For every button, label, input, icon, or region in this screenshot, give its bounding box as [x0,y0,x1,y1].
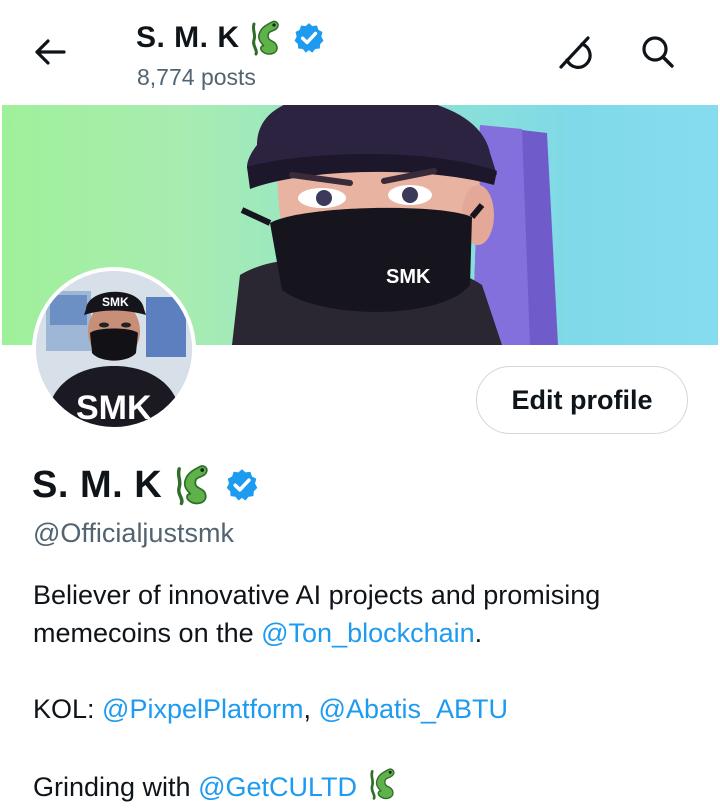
avatar-hood-text: SMK [76,389,152,427]
bio-text: KOL: [33,694,103,724]
bio-spacer [33,652,693,690]
bio-text: Grinding with [33,772,199,802]
bio-line-believer: Believer of innovative AI projects and p… [33,576,693,652]
avatar-cap-text: SMK [102,295,129,309]
avatar[interactable]: SMK SMK [32,267,196,431]
header-name: S. M. K [136,21,240,54]
mention-link[interactable]: @GetCULTD [198,772,357,802]
mention-link[interactable]: @Abatis_ABTU [319,694,508,724]
bio-spacer [33,728,693,766]
bio-line-kol: KOL: @PixpelPlatform, @Abatis_ABTU [33,690,693,728]
verified-badge-icon[interactable] [224,467,260,503]
bio-text: , [303,694,319,724]
top-bar: S. M. K 8,774 posts [0,0,720,105]
search-icon [642,36,674,68]
mention-link[interactable]: @PixpelPlatform [102,694,303,724]
grok-button[interactable] [552,30,596,74]
arrow-left-icon [35,39,66,65]
dragon-emoji-icon [177,465,208,506]
dragon-emoji-icon [369,768,395,800]
profile-bio: Believer of innovative AI projects and p… [33,576,693,806]
edit-profile-button[interactable]: Edit profile [476,366,688,434]
header-actions [552,30,680,74]
banner-mask-text: SMK [386,266,431,288]
verified-badge-icon [294,23,323,53]
profile-name: S. M. K [32,463,163,506]
profile-name-row: S. M. K [32,462,260,508]
profile-handle: @Officialjustsmk [33,518,234,548]
posts-count: 8,774 posts [137,64,256,90]
grok-icon [559,36,592,69]
avatar-illustration: SMK SMK [36,271,192,427]
bio-text: . [474,618,483,648]
dragon-emoji-icon [251,20,279,56]
header-title: S. M. K [136,18,326,58]
back-button[interactable] [28,30,72,74]
search-button[interactable] [636,30,680,74]
bio-line-grinding: Grinding with @GetCULTD [33,766,693,806]
mention-link[interactable]: @Ton_blockchain [261,618,475,648]
